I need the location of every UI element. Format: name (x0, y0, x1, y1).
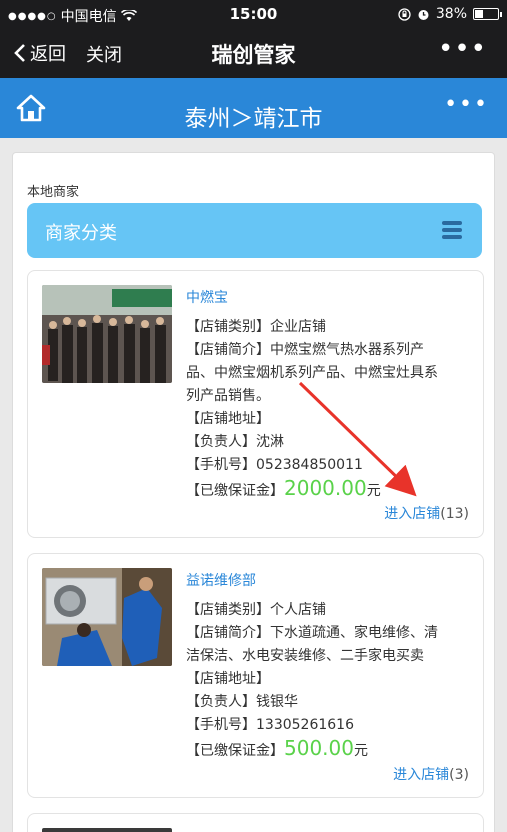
merchant-info: 益诺维修部 【店铺类别】个人店铺 【店铺简介】下水道疏通、家电维修、清 洁保洁、… (186, 570, 476, 763)
alarm-icon (418, 9, 429, 20)
merchant-photo[interactable] (42, 828, 172, 832)
merchant-intro-line: 【店铺简介】下水道疏通、家电维修、清 (186, 625, 438, 641)
deposit-label: 【已缴保证金】 (186, 483, 284, 499)
merchant-panel: 本地商家 商家分类 中燃宝 【店铺类别】企业店铺 【店铺简介】中燃宝燃气热水器系… (12, 152, 495, 832)
back-label: 返回 (30, 44, 66, 65)
enter-store-count: (3) (449, 767, 469, 783)
more-menu-button[interactable]: ••• (438, 34, 487, 64)
deposit-unit: 元 (353, 743, 368, 759)
merchant-owner: 【负责人】沈淋 (186, 434, 284, 450)
city-header: 泰州＞靖江市 ••• (0, 78, 507, 138)
battery-icon (473, 8, 502, 20)
merchant-deposit: 【已缴保证金】500.00元 (186, 737, 476, 763)
category-button[interactable]: 商家分类 (27, 203, 482, 258)
enter-store-link[interactable]: 进入店铺(3) (393, 764, 469, 784)
merchant-type: 【店铺类别】企业店铺 (186, 319, 326, 335)
merchant-card: 中燃宝 【店铺类别】企业店铺 【店铺简介】中燃宝燃气热水器系列产 品、中燃宝烟机… (27, 270, 484, 538)
merchant-address: 【店铺地址】 (186, 411, 270, 427)
merchant-name[interactable]: 益诺维修部 (186, 570, 476, 593)
city-more-button[interactable]: ••• (444, 92, 489, 117)
menu-icon (442, 221, 462, 239)
merchant-intro-line: 洁保洁、水电安装维修、二手家电买卖 (186, 648, 424, 664)
status-right: 38% (398, 6, 502, 22)
enter-store-label: 进入店铺 (384, 506, 441, 522)
rotation-lock-icon (398, 7, 411, 21)
deposit-unit: 元 (366, 483, 381, 499)
back-button[interactable]: 返回 (14, 40, 66, 66)
city-title: 泰州＞靖江市 (184, 106, 323, 132)
deposit-label: 【已缴保证金】 (186, 743, 284, 759)
status-bar: ●●●●○ 中国电信 15:00 38% (0, 0, 507, 28)
section-label: 本地商家 (27, 185, 80, 200)
enter-store-link[interactable]: 进入店铺(13) (384, 503, 469, 523)
merchant-intro-line: 【店铺简介】中燃宝燃气热水器系列产 (186, 342, 424, 358)
merchant-owner: 【负责人】钱银华 (186, 694, 298, 710)
enter-store-count: (13) (440, 506, 469, 522)
enter-store-label: 进入店铺 (393, 767, 450, 783)
merchant-card (27, 813, 484, 832)
page-title: 瑞创管家 (211, 43, 296, 67)
close-button[interactable]: 关闭 (86, 41, 122, 67)
merchant-intro-line: 品、中燃宝烟机系列产品、中燃宝灶具系 (186, 365, 438, 381)
nav-bar: 返回 关闭 瑞创管家 ••• (0, 28, 507, 78)
merchant-info: 中燃宝 【店铺类别】企业店铺 【店铺简介】中燃宝燃气热水器系列产 品、中燃宝烟机… (186, 287, 476, 503)
merchant-address: 【店铺地址】 (186, 671, 270, 687)
deposit-amount: 500.00 (284, 736, 354, 760)
battery-percent: 38% (435, 6, 467, 22)
merchant-photo[interactable] (42, 285, 172, 383)
merchant-deposit: 【已缴保证金】2000.00元 (186, 477, 476, 503)
deposit-amount: 2000.00 (284, 476, 367, 500)
merchant-type: 【店铺类别】个人店铺 (186, 602, 326, 618)
chevron-left-icon (14, 44, 25, 62)
merchant-intro-line: 列产品销售。 (186, 388, 270, 404)
merchant-name[interactable]: 中燃宝 (186, 287, 476, 310)
merchant-phone: 【手机号】13305261616 (186, 717, 354, 733)
category-label: 商家分类 (45, 223, 117, 244)
merchant-phone: 【手机号】052384850011 (186, 457, 363, 473)
home-icon[interactable] (16, 94, 46, 122)
merchant-photo[interactable] (42, 568, 172, 666)
merchant-card: 益诺维修部 【店铺类别】个人店铺 【店铺简介】下水道疏通、家电维修、清 洁保洁、… (27, 553, 484, 798)
